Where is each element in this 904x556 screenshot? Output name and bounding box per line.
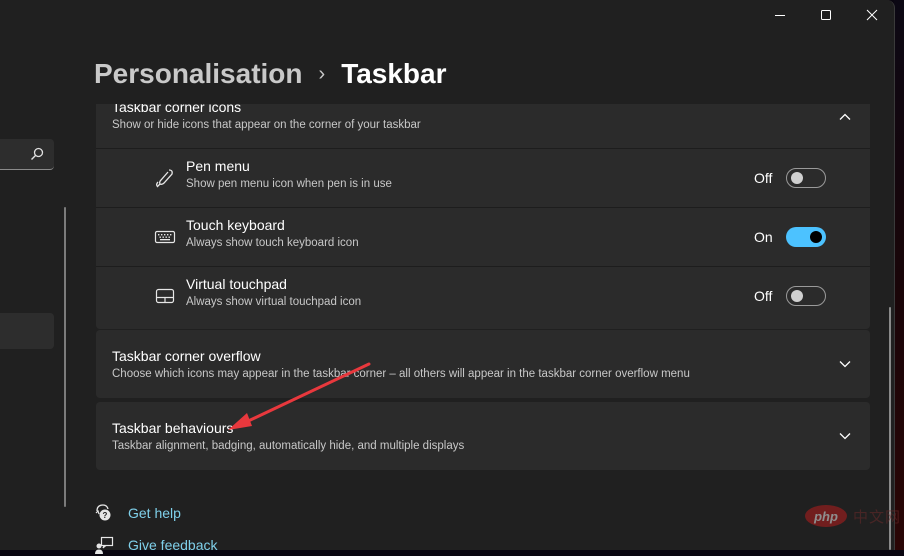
watermark-logo: php xyxy=(805,505,847,527)
section-description: Show or hide icons that appear on the co… xyxy=(112,119,421,131)
section-title: Taskbar corner overflow xyxy=(112,348,261,364)
row-title: Touch keyboard xyxy=(186,217,285,233)
touchpad-icon xyxy=(155,288,175,304)
toggle-state-label: Off xyxy=(754,288,773,304)
feedback-icon xyxy=(95,536,114,554)
touch-keyboard-toggle[interactable] xyxy=(786,227,826,247)
sidebar-item-personalisation[interactable] xyxy=(0,313,54,349)
pen-icon xyxy=(156,169,173,188)
row-description: Always show touch keyboard icon xyxy=(186,237,359,249)
sidebar-scrollbar[interactable] xyxy=(64,207,66,507)
row-description: Show pen menu icon when pen is in use xyxy=(186,178,392,190)
search-icon xyxy=(31,147,44,160)
close-button[interactable] xyxy=(849,0,895,30)
settings-window: Personalisation › Taskbar Taskbar corner… xyxy=(0,0,895,554)
toggle-knob xyxy=(810,231,822,243)
watermark: php 中文网 xyxy=(805,505,901,527)
section-title: Taskbar corner icons xyxy=(112,104,242,115)
section-description: Taskbar alignment, badging, automaticall… xyxy=(112,440,465,452)
row-description: Always show virtual touchpad icon xyxy=(186,296,362,308)
settings-search-input[interactable] xyxy=(0,139,54,170)
maximize-button[interactable] xyxy=(803,0,849,30)
keyboard-icon xyxy=(154,230,176,244)
taskbar-corner-icons-header[interactable]: Taskbar corner icons Show or hide icons … xyxy=(96,104,870,149)
row-title: Virtual touchpad xyxy=(186,276,287,292)
close-icon xyxy=(866,9,878,21)
taskbar-corner-overflow-expander[interactable]: Taskbar corner overflow Choose which ico… xyxy=(96,330,870,398)
link-label: Get help xyxy=(128,505,181,521)
watermark-text: 中文网 xyxy=(853,508,902,526)
taskbar-corner-icons-expander: Taskbar corner icons Show or hide icons … xyxy=(96,104,870,329)
touch-keyboard-row: Touch keyboard Always show touch keyboar… xyxy=(96,208,870,266)
pen-menu-row: Pen menu Show pen menu icon when pen is … xyxy=(96,149,870,207)
svg-text:?: ? xyxy=(103,511,108,520)
chevron-down-icon[interactable] xyxy=(838,357,852,371)
chevron-up-icon[interactable] xyxy=(838,110,852,124)
maximize-icon xyxy=(821,10,831,20)
section-title: Taskbar behaviours xyxy=(112,420,234,436)
row-title: Pen menu xyxy=(186,158,250,174)
section-description: Choose which icons may appear in the tas… xyxy=(112,368,690,380)
page-title: Taskbar xyxy=(341,58,447,89)
toggle-state-label: On xyxy=(754,229,773,245)
give-feedback-link[interactable]: Give feedback xyxy=(94,534,218,556)
minimize-icon xyxy=(775,15,785,16)
pen-menu-toggle[interactable] xyxy=(786,168,826,188)
toggle-state-label: Off xyxy=(754,170,773,186)
get-help-link[interactable]: ? Get help xyxy=(94,502,181,524)
breadcrumb-parent[interactable]: Personalisation xyxy=(94,58,303,90)
chevron-down-icon[interactable] xyxy=(838,429,852,443)
chevron-right-icon: › xyxy=(318,62,326,85)
minimize-button[interactable] xyxy=(757,0,803,30)
virtual-touchpad-toggle[interactable] xyxy=(786,286,826,306)
virtual-touchpad-row: Virtual touchpad Always show virtual tou… xyxy=(96,267,870,325)
help-icon: ? xyxy=(95,504,111,521)
link-label: Give feedback xyxy=(128,537,218,553)
desktop-background xyxy=(894,0,904,550)
breadcrumb: Personalisation › Taskbar xyxy=(94,56,447,92)
taskbar-behaviours-expander[interactable]: Taskbar behaviours Taskbar alignment, ba… xyxy=(96,402,870,470)
toggle-knob xyxy=(791,172,803,184)
toggle-knob xyxy=(791,290,803,302)
settings-content: Taskbar corner icons Show or hide icons … xyxy=(96,104,871,550)
